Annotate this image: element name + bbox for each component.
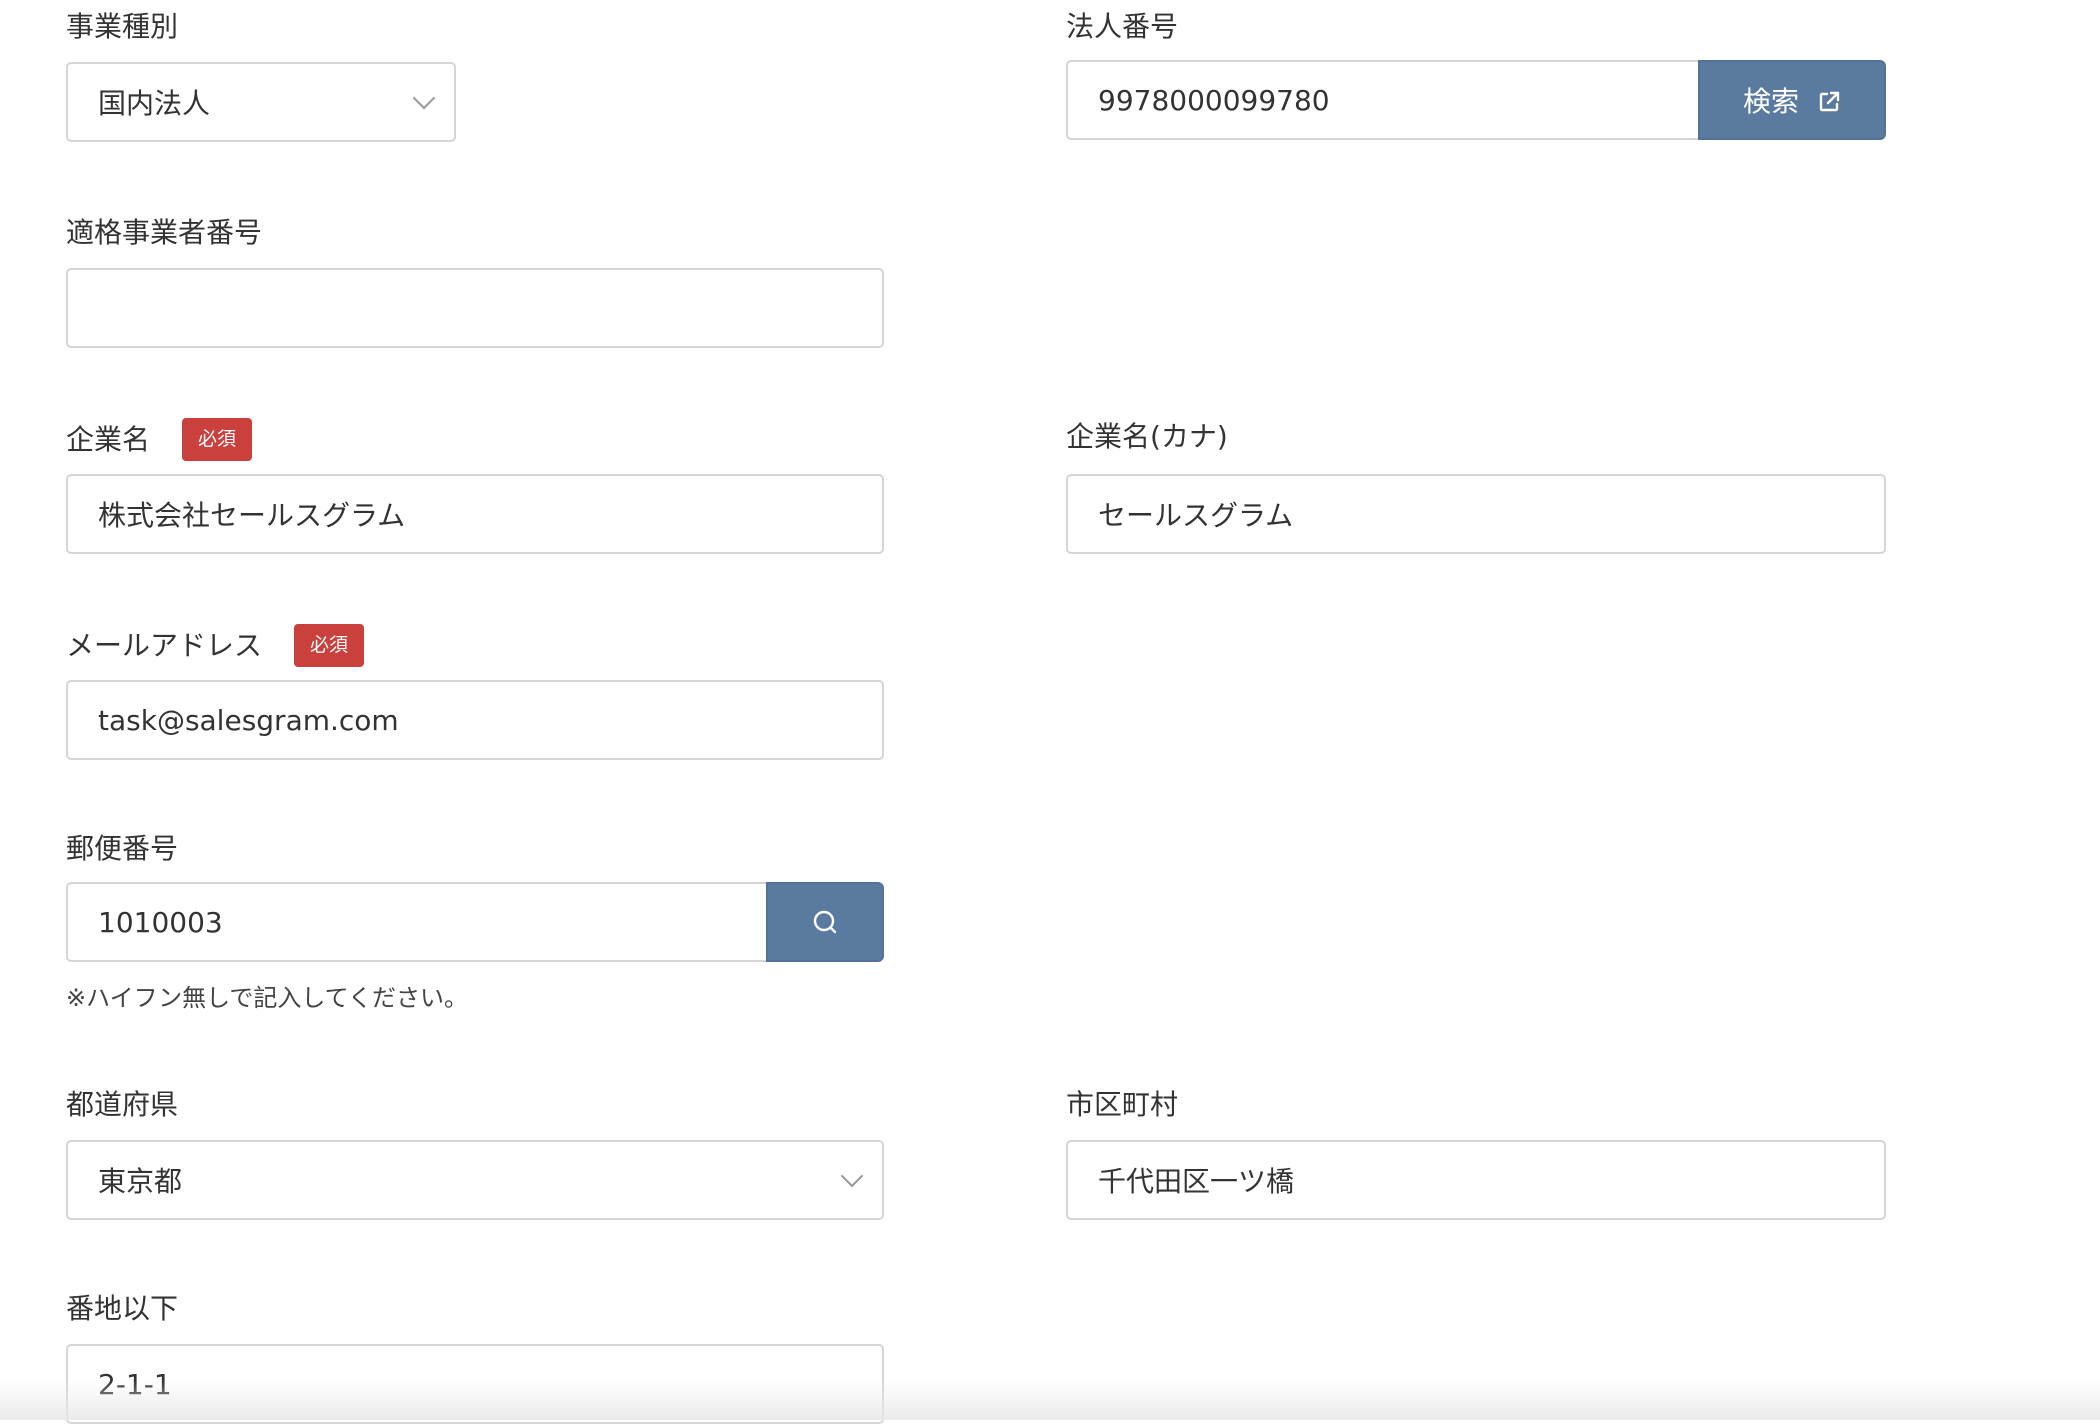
prefecture-value: 東京都: [98, 1165, 183, 1198]
company-name-label: 企業名 必須: [66, 418, 253, 461]
street-label-text: 番地以下: [66, 1292, 179, 1325]
postal-code-input[interactable]: 1010003: [66, 882, 770, 962]
company-name-label-text: 企業名: [66, 422, 151, 456]
external-link-icon: [1817, 88, 1841, 112]
business-type-select[interactable]: 国内法人: [66, 62, 456, 142]
business-type-value: 国内法人: [98, 87, 211, 120]
postal-code-label-text: 郵便番号: [66, 832, 179, 865]
prefecture-select[interactable]: 東京都: [66, 1140, 884, 1220]
corporate-number-search-label: 検索: [1742, 85, 1799, 118]
street-value: 2-1-1: [98, 1367, 172, 1401]
city-label-text: 市区町村: [1066, 1088, 1179, 1121]
corporate-number-label: 法人番号: [1066, 10, 1178, 44]
corporate-number-label-text: 法人番号: [1066, 10, 1179, 43]
company-name-value: 株式会社セールスグラム: [98, 499, 406, 532]
corporate-number-search-button[interactable]: 検索: [1698, 60, 1886, 140]
city-label: 市区町村: [1066, 1088, 1178, 1122]
search-icon: [811, 908, 839, 936]
company-form: 事業種別 国内法人 法人番号 9978000099780 検索 適格事業者番号 …: [0, 0, 2100, 1424]
email-value: task@salesgram.com: [98, 703, 399, 737]
business-type-label-text: 事業種別: [66, 10, 179, 43]
street-input[interactable]: 2-1-1: [66, 1344, 884, 1424]
invoice-number-label: 適格事業者番号: [66, 216, 262, 250]
postal-code-label: 郵便番号: [66, 832, 178, 866]
postal-code-value: 1010003: [98, 905, 223, 939]
city-value: 千代田区一ツ橋: [1098, 1165, 1295, 1198]
postal-code-hint: ※ハイフン無しで記入してください。: [66, 983, 468, 1013]
city-input[interactable]: 千代田区一ツ橋: [1066, 1140, 1886, 1220]
chevron-down-icon: [840, 1164, 864, 1188]
business-type-label: 事業種別: [66, 10, 178, 44]
corporate-number-input[interactable]: 9978000099780: [1066, 60, 1700, 140]
company-name-kana-value: セールスグラム: [1098, 499, 1294, 532]
company-name-kana-label-text: 企業名(カナ): [1066, 420, 1228, 453]
postal-code-search-button[interactable]: [766, 882, 884, 962]
company-name-kana-input[interactable]: セールスグラム: [1066, 474, 1886, 554]
invoice-number-input[interactable]: [66, 268, 884, 348]
chevron-down-icon: [412, 86, 436, 110]
company-name-kana-label: 企業名(カナ): [1066, 420, 1228, 454]
corporate-number-value: 9978000099780: [1098, 83, 1330, 117]
required-badge: 必須: [294, 624, 365, 667]
prefecture-label: 都道府県: [66, 1088, 178, 1122]
email-label: メールアドレス 必須: [66, 624, 365, 667]
company-name-input[interactable]: 株式会社セールスグラム: [66, 474, 884, 554]
email-input[interactable]: task@salesgram.com: [66, 680, 884, 760]
invoice-number-label-text: 適格事業者番号: [66, 216, 263, 249]
prefecture-label-text: 都道府県: [66, 1088, 179, 1121]
email-label-text: メールアドレス: [66, 628, 263, 662]
street-label: 番地以下: [66, 1292, 178, 1326]
required-badge: 必須: [182, 418, 253, 461]
postal-code-hint-text: ※ハイフン無しで記入してください。: [66, 984, 468, 1012]
